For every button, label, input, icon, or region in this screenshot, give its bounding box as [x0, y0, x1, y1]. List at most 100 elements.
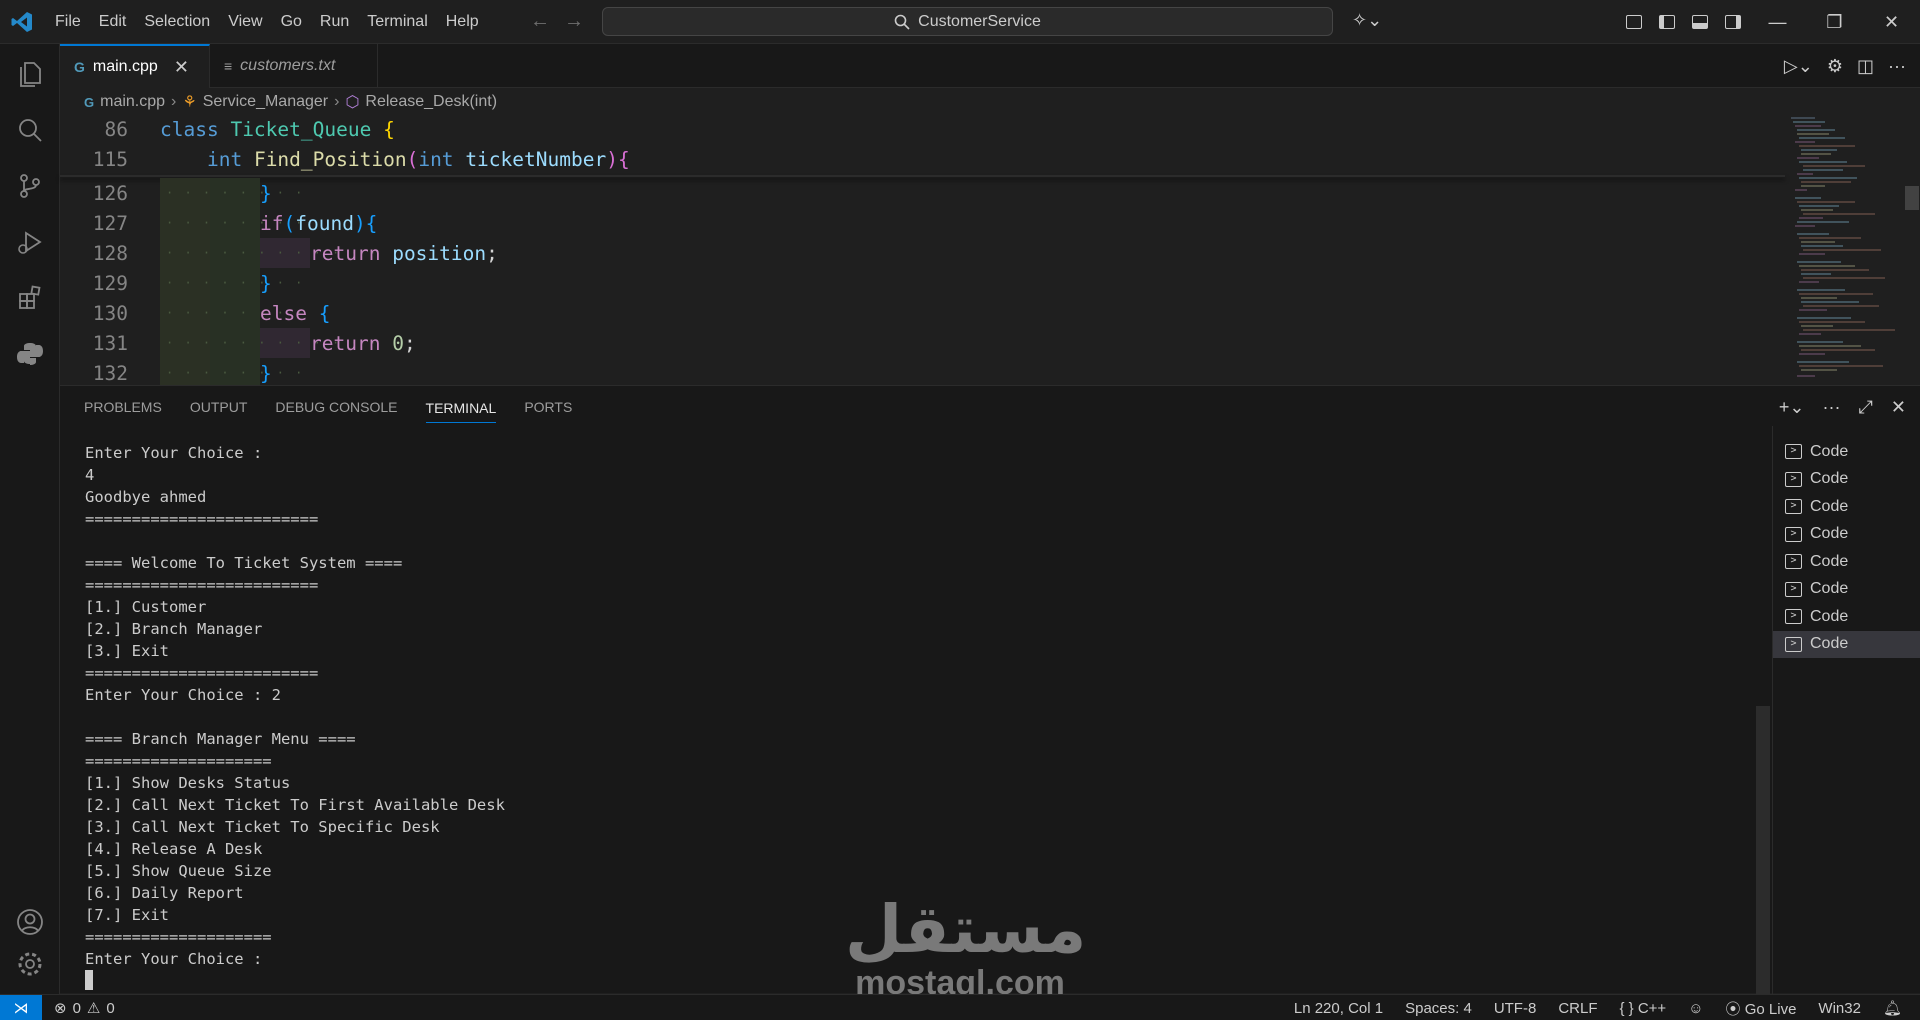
sticky-line: 115 int Find_Position(int ticketNumber){	[60, 144, 1785, 174]
terminal-instance-active[interactable]: > Code	[1773, 630, 1920, 658]
tab-label: customers.txt	[240, 57, 336, 74]
tab-terminal[interactable]: TERMINAL	[425, 400, 497, 423]
terminal-line: [4.] Release A Desk	[85, 840, 263, 858]
window-controls: — ❐ ✕	[1617, 0, 1920, 44]
sticky-scroll-separator	[60, 175, 1785, 177]
customize-layout-icon[interactable]	[1617, 0, 1650, 44]
toggle-primary-sidebar-icon[interactable]	[1650, 0, 1683, 44]
back-arrow-icon[interactable]: ←	[530, 10, 550, 33]
minimize-icon[interactable]: —	[1749, 0, 1806, 44]
copilot-status-icon[interactable]: ☺	[1688, 1000, 1703, 1017]
menu-run[interactable]: Run	[311, 0, 358, 44]
terminal-instance[interactable]: > Code	[1773, 576, 1920, 604]
minimap[interactable]	[1785, 114, 1905, 384]
breadcrumb-file[interactable]: main.cpp	[100, 93, 165, 111]
platform[interactable]: Win32	[1818, 1000, 1861, 1017]
tab-output[interactable]: OUTPUT	[190, 399, 248, 415]
search-view-icon[interactable]	[0, 102, 60, 158]
problems-indicator[interactable]: ⊗ 0 ⚠ 0	[54, 995, 115, 1020]
more-actions-icon[interactable]: ···	[1888, 56, 1906, 77]
close-window-icon[interactable]: ✕	[1863, 0, 1920, 44]
indentation[interactable]: Spaces: 4	[1405, 1000, 1472, 1017]
new-terminal-icon[interactable]: +⌄	[1779, 397, 1805, 418]
terminal-instance[interactable]: > Code	[1773, 603, 1920, 631]
maximize-panel-icon[interactable]: ⤢	[1859, 397, 1873, 418]
menu-terminal[interactable]: Terminal	[358, 0, 436, 44]
editor-scrollbar-thumb[interactable]	[1905, 186, 1919, 210]
terminal-line: ==== Branch Manager Menu ====	[85, 730, 356, 748]
code-editor[interactable]: 86 class Ticket_Queue { 115 int Find_Pos…	[60, 114, 1785, 388]
tab-main-cpp[interactable]: G main.cpp ✕	[60, 44, 210, 88]
notifications-bell-icon[interactable]: 🔔︎	[1883, 999, 1902, 1017]
close-tab-icon[interactable]: ✕	[174, 57, 189, 78]
restore-icon[interactable]: ❐	[1806, 0, 1863, 44]
menu-help[interactable]: Help	[437, 0, 488, 44]
warning-count: 0	[106, 999, 115, 1017]
tab-debug-console[interactable]: DEBUG CONSOLE	[275, 399, 397, 415]
menu-selection[interactable]: Selection	[135, 0, 219, 44]
command-center-search[interactable]: CustomerService	[602, 7, 1333, 36]
terminal-instance-label: Code	[1810, 607, 1849, 625]
run-file-icon[interactable]: ▷⌄	[1784, 56, 1813, 77]
line-number: 130	[92, 301, 128, 325]
language-label: C++	[1637, 999, 1667, 1017]
toggle-panel-icon[interactable]	[1683, 0, 1716, 44]
go-live-label: Go Live	[1744, 1000, 1797, 1018]
terminal-instance-label: Code	[1810, 552, 1849, 570]
terminal-instance[interactable]: > Code	[1773, 466, 1920, 494]
manage-gear-icon[interactable]	[0, 936, 60, 992]
tab-customers-txt[interactable]: ≡ customers.txt	[210, 44, 378, 88]
terminal-list: > Code > Code > Code > Code > Code > Code > Cod…	[1772, 426, 1920, 994]
terminal-line: Enter Your Choice : 2	[85, 686, 281, 704]
line-ending[interactable]: CRLF	[1558, 1000, 1597, 1017]
explorer-icon[interactable]	[0, 46, 60, 102]
python-icon[interactable]	[0, 326, 60, 382]
remote-indicator-icon[interactable]: ⋊	[0, 995, 42, 1020]
panel-actions: +⌄ ··· ⤢ ✕	[1779, 386, 1906, 428]
terminal-scrollbar-thumb[interactable]	[1756, 706, 1770, 994]
cursor-position[interactable]: Ln 220, Col 1	[1294, 1000, 1383, 1017]
chevron-right-icon: ›	[334, 93, 340, 110]
error-count: 0	[72, 999, 81, 1017]
encoding[interactable]: UTF-8	[1494, 1000, 1537, 1017]
go-live-button[interactable]: ⦿ Go Live	[1726, 998, 1797, 1019]
terminal-line: [3.] Exit	[85, 642, 169, 660]
terminal-icon: >	[1785, 609, 1802, 625]
extensions-icon[interactable]	[0, 270, 60, 326]
run-debug-icon[interactable]	[0, 214, 60, 270]
forward-arrow-icon[interactable]: →	[564, 10, 584, 33]
close-panel-icon[interactable]: ✕	[1891, 397, 1906, 418]
menu-go[interactable]: Go	[272, 0, 311, 44]
terminal-line: =========================	[85, 664, 319, 682]
status-bar: ⋊ ⊗ 0 ⚠ 0 Ln 220, Col 1 Spaces: 4 UTF-8 …	[0, 994, 1920, 1020]
split-editor-icon[interactable]: ◫	[1857, 56, 1874, 77]
line-number: 128	[92, 241, 128, 265]
settings-gear-icon[interactable]: ⚙	[1827, 56, 1843, 77]
activity-bar	[0, 44, 60, 994]
more-actions-icon[interactable]: ···	[1823, 397, 1841, 418]
breadcrumb: G main.cpp › ⚘ Service_Manager › ⬡ Relea…	[84, 90, 497, 114]
menu-edit[interactable]: Edit	[90, 0, 136, 44]
terminal-instance[interactable]: > Code	[1773, 521, 1920, 549]
editor-scrollbar[interactable]	[1905, 114, 1919, 384]
terminal-instance[interactable]: > Code	[1773, 438, 1920, 466]
terminal-instance[interactable]: > Code	[1773, 493, 1920, 521]
menu-view[interactable]: View	[219, 0, 271, 44]
menu-file[interactable]: File	[46, 0, 90, 44]
tab-problems[interactable]: PROBLEMS	[84, 399, 162, 415]
tab-ports[interactable]: PORTS	[524, 399, 572, 415]
breadcrumb-class[interactable]: Service_Manager	[203, 93, 328, 111]
language-mode[interactable]: { } C++	[1619, 1000, 1666, 1017]
breadcrumb-method[interactable]: Release_Desk(int)	[365, 93, 497, 111]
toggle-secondary-sidebar-icon[interactable]	[1716, 0, 1749, 44]
source-control-icon[interactable]	[0, 158, 60, 214]
chevron-right-icon: ›	[171, 93, 177, 110]
nav-arrows: ← →	[530, 10, 584, 33]
braces-icon: { }	[1619, 999, 1634, 1017]
copilot-icon[interactable]: ✧⌄	[1352, 10, 1382, 31]
status-right: Ln 220, Col 1 Spaces: 4 UTF-8 CRLF { } C…	[1294, 995, 1902, 1020]
cpp-file-icon: G	[74, 59, 85, 75]
terminal-instance[interactable]: > Code	[1773, 548, 1920, 576]
